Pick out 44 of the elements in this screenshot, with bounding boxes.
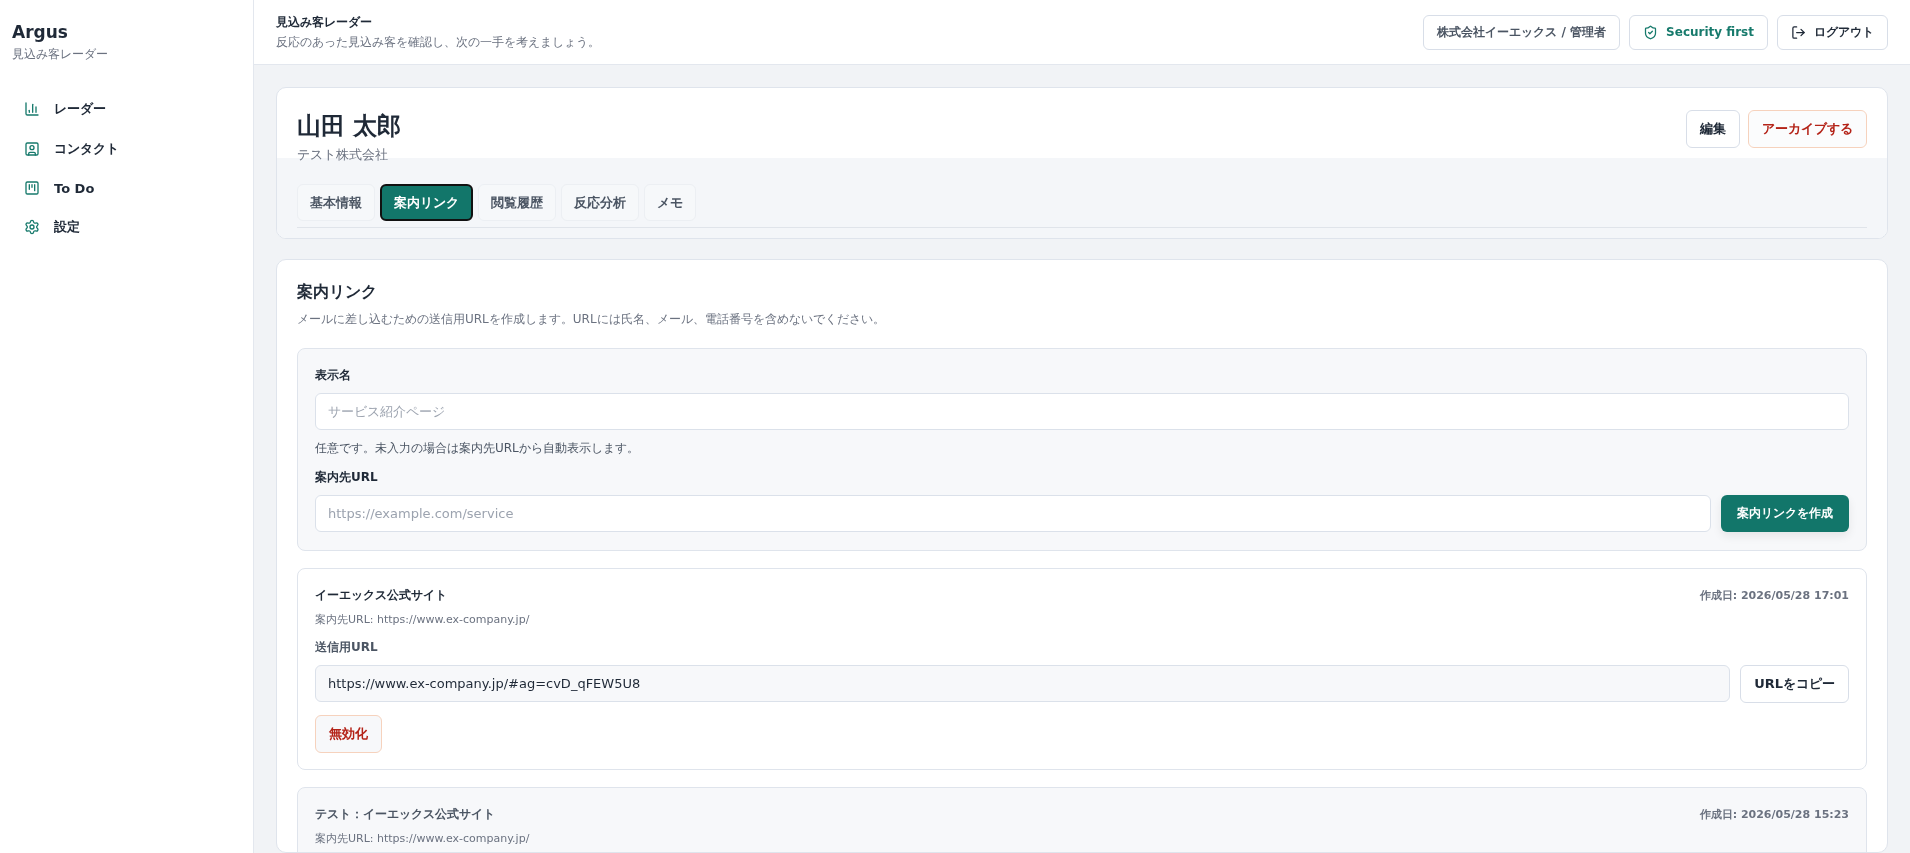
field-label: 表示名 [315,366,352,384]
field-label: 案内先URL [315,468,379,486]
brand-subtitle: 見込み客レーダー [12,46,109,63]
tab[interactable]: メモ [644,184,696,221]
logout-button[interactable]: ログアウト [1777,14,1888,50]
contact-card-icon [24,141,40,157]
contact-name: 山田 太郎 [297,111,402,142]
display-name-input[interactable]: サービス紹介ページ [315,392,1849,430]
tab[interactable]: 基本情報 [297,184,375,221]
tab[interactable]: 案内リンク [380,184,473,221]
archive-button[interactable]: アーカイブする [1748,110,1867,148]
field-hint: 任意です。未入力の場合は案内先URLから自動表示します。 [315,439,640,457]
section-description: メールに差し込むための送信用URLを作成します。URLには氏名、メール、電話番号を含めないでください。 [297,310,886,328]
created-date: 作成日: 2026/05/28 15:23 [1699,806,1849,822]
target-url-input[interactable]: https://example.com/service [315,494,1711,532]
target-url: 案内先URL: https://www.ex-company.jp/ [315,611,531,627]
sidebar-item[interactable]: コンタクト [12,131,241,167]
kanban-icon [24,180,40,196]
revoke-button[interactable]: 無効化 [315,714,382,753]
company-name: テスト株式会社 [297,146,389,164]
account-badge[interactable]: 株式会社イーエックス / 管理者 [1423,14,1621,50]
field-label: 送信用URL [315,638,379,656]
create-link-button[interactable]: 案内リンクを作成 [1721,494,1849,532]
logout-icon [1791,24,1806,40]
bar-chart-icon [24,101,40,117]
sidebar-item[interactable]: レーダー [12,91,241,127]
section-title: 案内リンク [297,281,378,303]
page-subtitle: 反応のあった見込み客を確認し、次の一手を考えましょう。 [276,33,600,51]
shield-check-icon [1643,24,1659,40]
edit-button[interactable]: 編集 [1686,110,1740,148]
target-url: 案内先URL: https://www.ex-company.jp/ [315,830,531,846]
share-url-field[interactable]: https://www.ex-company.jp/#ag=cvD_qFEW5U8 [315,664,1731,702]
tab[interactable]: 閲覧履歴 [478,184,556,221]
brand-name: Argus [12,22,69,42]
sidebar-item[interactable]: To Do [12,171,241,205]
tab[interactable]: 反応分析 [561,184,639,221]
copy-url-button[interactable]: URLをコピー [1740,664,1849,703]
sidebar-item[interactable]: 設定 [12,209,241,245]
settings-icon [24,219,40,235]
page-title: 見込み客レーダー [276,13,373,31]
created-date: 作成日: 2026/05/28 17:01 [1699,587,1849,603]
security-badge[interactable]: Security first [1629,14,1768,50]
link-title: イーエックス公式サイト [315,586,447,604]
link-title: テスト：イーエックス公式サイト [315,805,495,823]
